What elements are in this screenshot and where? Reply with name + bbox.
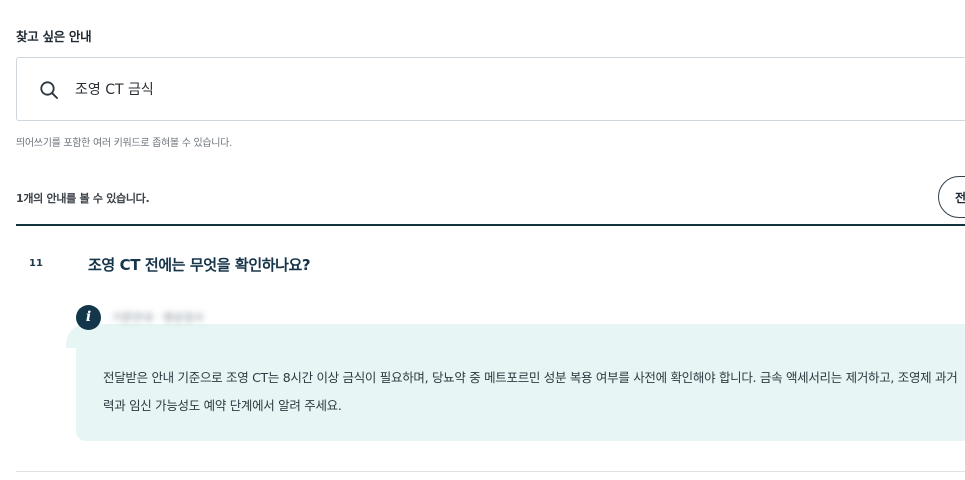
search-box[interactable] bbox=[16, 57, 965, 121]
view-all-button[interactable]: 전체 bbox=[938, 176, 965, 218]
result-count: 1개의 안내를 볼 수 있습니다. bbox=[16, 192, 150, 205]
item-question[interactable]: 조영 CT 전에는 무엇을 확인하나요? bbox=[88, 254, 311, 275]
item-number: 11 bbox=[29, 258, 43, 269]
answer-source-label: 기준안내 · 영상검사 bbox=[112, 311, 204, 324]
search-input[interactable] bbox=[75, 76, 875, 102]
list-divider-bottom bbox=[16, 471, 965, 472]
page: 찾고 싶은 안내 띄어쓰기를 포함한 여러 키워드로 좁혀볼 수 있습니다. 1… bbox=[0, 0, 965, 480]
search-section-title: 찾고 싶은 안내 bbox=[16, 29, 92, 44]
search-hint: 띄어쓰기를 포함한 여러 키워드로 좁혀볼 수 있습니다. bbox=[16, 138, 232, 149]
list-divider bbox=[16, 224, 965, 226]
answer-text: 전달받은 안내 기준으로 조영 CT는 8시간 이상 금식이 필요하며, 당뇨약… bbox=[103, 370, 958, 413]
search-icon[interactable] bbox=[39, 80, 59, 100]
info-icon: i bbox=[76, 305, 101, 330]
